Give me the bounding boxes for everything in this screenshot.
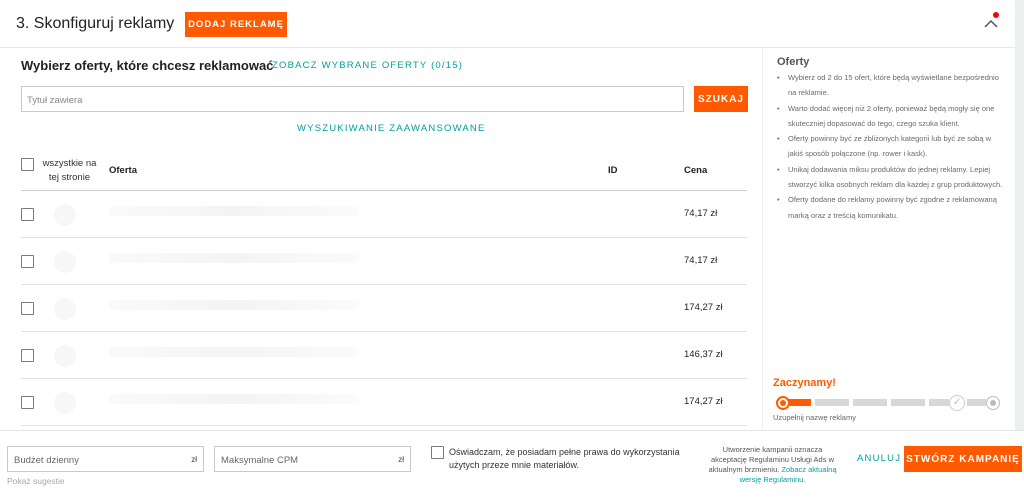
progress-segment: [891, 399, 925, 406]
progress-widget: Zaczynamy! ✓ Uzupełnij nazwę reklamy: [763, 368, 1015, 430]
offer-title-blurred: [109, 300, 359, 310]
offers-panel: Wybierz oferty, które chcesz reklamować …: [0, 48, 762, 442]
cancel-button[interactable]: ANULUJ: [857, 453, 901, 464]
offer-price: 174,27 zł: [684, 302, 723, 313]
search-button[interactable]: SZUKAJ: [694, 86, 748, 112]
daily-budget-placeholder: Budżet dzienny: [14, 455, 79, 466]
row-checkbox[interactable]: [21, 396, 34, 409]
offer-thumbnail: [54, 204, 76, 226]
progress-start-icon: [776, 396, 790, 410]
offer-thumbnail: [54, 345, 76, 367]
offer-price: 74,17 zł: [684, 208, 718, 219]
table-header: wszystkie na tej stronie Oferta ID Cena: [21, 153, 747, 191]
max-cpm-placeholder: Maksymalne CPM: [221, 455, 299, 466]
daily-budget-input[interactable]: Budżet dzienny zł: [7, 446, 204, 472]
table-row: 74,17 zł: [21, 192, 747, 238]
offer-title-blurred: [109, 347, 359, 357]
tip-item: Unikaj dodawania miksu produktów do jedn…: [777, 162, 1007, 193]
row-checkbox[interactable]: [21, 302, 34, 315]
campaign-footer: Budżet dzienny zł Maksymalne CPM zł Poka…: [0, 430, 1024, 497]
column-id: ID: [608, 165, 618, 176]
offer-price: 174,27 zł: [684, 396, 723, 407]
offer-price: 146,37 zł: [684, 349, 723, 360]
show-suggestions-link[interactable]: Pokaż sugestie: [7, 476, 65, 486]
select-all-checkbox[interactable]: [21, 158, 34, 171]
sidebar-title: Oferty: [777, 56, 810, 68]
offer-title-blurred: [109, 394, 359, 404]
progress-title: Zaczynamy!: [773, 377, 836, 389]
progress-bar: ✓: [773, 395, 1003, 411]
row-checkbox[interactable]: [21, 349, 34, 362]
currency-unit: zł: [398, 455, 404, 464]
tip-item: Wybierz od 2 do 15 ofert, które będą wyś…: [777, 70, 1007, 101]
progress-segment: [853, 399, 887, 406]
max-cpm-input[interactable]: Maksymalne CPM zł: [214, 446, 411, 472]
offers-tips-sidebar: Oferty Wybierz od 2 do 15 ofert, które b…: [763, 48, 1015, 368]
table-row: 74,17 zł: [21, 239, 747, 285]
column-offer: Oferta: [109, 165, 137, 176]
offer-thumbnail: [54, 392, 76, 414]
offer-title-blurred: [109, 206, 359, 216]
select-all-label: wszystkie na tej stronie: [42, 158, 97, 183]
consent-text: Oświadczam, że posiadam pełne prawa do w…: [449, 447, 680, 470]
section-header: 3. Skonfiguruj reklamy DODAJ REKLAMĘ: [0, 0, 1015, 48]
consent-checkbox[interactable]: [431, 446, 444, 459]
progress-hint: Uzupełnij nazwę reklamy: [773, 413, 856, 422]
row-checkbox[interactable]: [21, 255, 34, 268]
offer-title-blurred: [109, 253, 359, 263]
offer-price: 74,17 zł: [684, 255, 718, 266]
advanced-search-link[interactable]: WYSZUKIWANIE ZAAWANSOWANE: [297, 123, 486, 134]
legal-notice: Utworzenie kampanii oznacza akceptację R…: [706, 445, 839, 485]
create-campaign-button[interactable]: STWÓRZ KAMPANIĘ: [904, 446, 1022, 472]
progress-segment: [929, 399, 949, 406]
table-row: 146,37 zł: [21, 333, 747, 379]
progress-segment: [815, 399, 849, 406]
row-checkbox[interactable]: [21, 208, 34, 221]
view-selected-offers-link[interactable]: ZOBACZ WYBRANE OFERTY (0/15): [272, 60, 463, 71]
offers-heading: Wybierz oferty, które chcesz reklamować: [21, 58, 273, 73]
section-title: 3. Skonfiguruj reklamy: [16, 15, 175, 32]
column-price: Cena: [684, 165, 708, 176]
offer-thumbnail: [54, 298, 76, 320]
table-row: 174,27 zł: [21, 286, 747, 332]
add-ad-button[interactable]: DODAJ REKLAMĘ: [185, 12, 287, 37]
offers-heading-text: Wybierz oferty, które chcesz reklamować: [21, 58, 274, 73]
tip-item: Oferty dodane do reklamy powinny być zgo…: [777, 192, 1007, 223]
table-row: 174,27 zł: [21, 380, 747, 426]
tips-list: Wybierz od 2 do 15 ofert, które będą wyś…: [777, 70, 1007, 223]
tip-item: Warto dodać więcej niż 2 oferty, poniewa…: [777, 101, 1007, 132]
currency-unit: zł: [191, 455, 197, 464]
offer-thumbnail: [54, 251, 76, 273]
title-search-input[interactable]: Tytuł zawiera: [21, 86, 684, 112]
progress-segment: [967, 399, 986, 406]
check-icon: ✓: [949, 395, 965, 411]
notification-dot-icon: [993, 12, 999, 18]
tip-item: Oferty powinny być ze zbliżonych kategor…: [777, 131, 1007, 162]
target-icon: [986, 396, 1000, 410]
